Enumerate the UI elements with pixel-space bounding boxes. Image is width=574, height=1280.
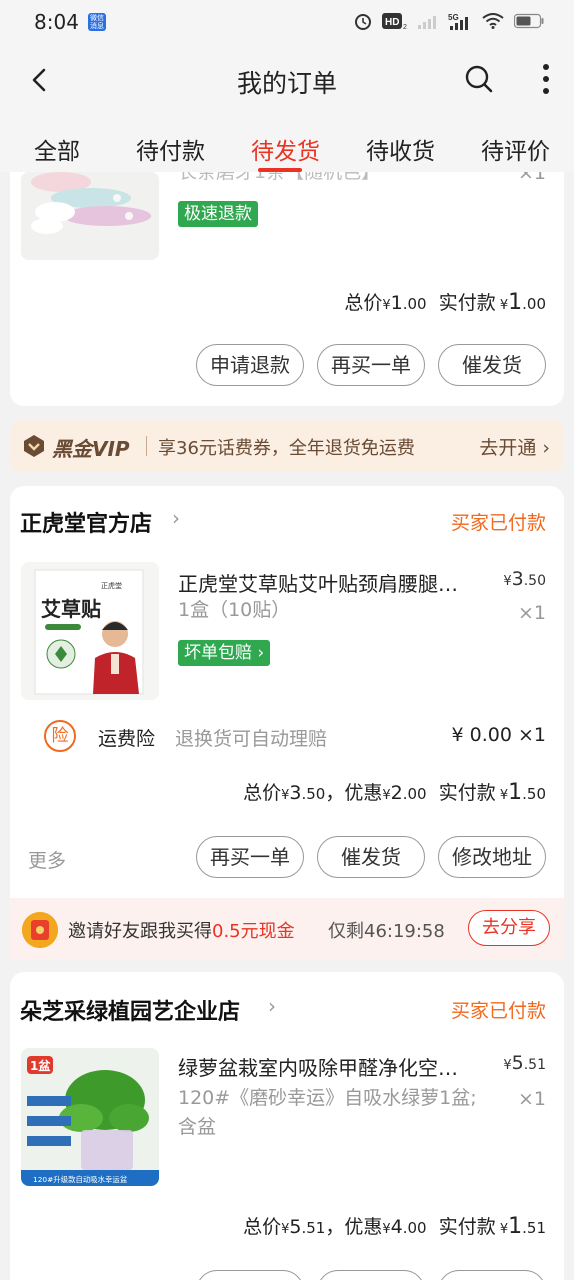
- teether-product-picture: [21, 172, 159, 260]
- product-price: ¥5.51: [503, 1052, 546, 1074]
- tab-pending-payment[interactable]: 待付款: [136, 132, 205, 166]
- action-button-partial[interactable]: [438, 1270, 546, 1280]
- signal-weak-icon: [418, 16, 436, 29]
- insurance-icon: 险: [44, 720, 76, 752]
- product-title[interactable]: 正虎堂艾草贴艾叶贴颈肩腰腿…: [178, 568, 458, 597]
- chevron-right-icon: ›: [257, 643, 265, 663]
- more-link[interactable]: 更多: [28, 846, 66, 873]
- buy-again-button[interactable]: 再买一单: [317, 344, 425, 386]
- image-caption: 120#升级款自动吸水幸运盆: [33, 1175, 128, 1184]
- vip-brand: 黑金VIP: [52, 437, 130, 461]
- svg-text:HD: HD: [385, 17, 399, 28]
- product-price: ¥3.50: [503, 568, 546, 590]
- product-image[interactable]: [21, 172, 159, 260]
- action-button-partial[interactable]: [317, 1270, 425, 1280]
- order-card-1[interactable]: 长条磨牙1条【随机色】 ×1 极速退款 总价¥1.00 实付款 ¥1.00 申请…: [10, 172, 564, 406]
- product-spec: 120#《磨砂幸运》自吸水绿萝1盆;: [178, 1087, 477, 1109]
- order-status: 买家已付款: [450, 512, 546, 534]
- vip-divider: [146, 436, 147, 456]
- vip-banner[interactable]: 黑金VIP 享36元话费券，全年退货免运费 去开通 ›: [10, 420, 564, 472]
- chevron-right-icon: ›: [268, 994, 276, 1018]
- buy-again-button[interactable]: 再买一单: [196, 836, 304, 878]
- status-time: 8:04: [34, 10, 79, 34]
- shop-name[interactable]: 朵芝采绿植园艺企业店: [20, 994, 240, 1026]
- product-qty: ×1: [517, 172, 546, 184]
- order-status: 买家已付款: [450, 1000, 546, 1022]
- tab-pending-review[interactable]: 待评价: [481, 132, 550, 166]
- search-icon[interactable]: [464, 64, 494, 94]
- more-options-icon[interactable]: [538, 62, 554, 96]
- product-spec: 1盒（10贴）: [178, 599, 291, 621]
- product-qty: ×1: [517, 602, 546, 624]
- battery-icon: [514, 13, 544, 29]
- order-card-2[interactable]: 正虎堂官方店 › 买家已付款 正虎堂 艾草贴 正虎堂艾草贴艾叶贴颈肩腰腿… ¥3…: [10, 486, 564, 898]
- chevron-right-icon: ›: [172, 506, 180, 530]
- vip-offer: 享36元话费券，全年退货免运费: [158, 438, 415, 459]
- brand-mark: 正虎堂: [101, 581, 122, 590]
- damage-compensation-tag[interactable]: 坏单包赔 ›: [178, 640, 271, 666]
- product-spec-line2: 含盆: [178, 1116, 217, 1138]
- order-total: 总价¥5.51，优惠¥4.00 实付款 ¥1.51: [243, 1214, 546, 1239]
- urge-shipment-button[interactable]: 催发货: [317, 836, 425, 878]
- request-refund-button[interactable]: 申请退款: [196, 344, 304, 386]
- product-image[interactable]: 正虎堂 艾草贴: [21, 562, 159, 700]
- vip-open-link[interactable]: 去开通 ›: [479, 433, 550, 460]
- insurance-desc: 退换货可自动理赔: [175, 728, 328, 750]
- wifi-icon: [482, 13, 504, 29]
- insurance-price: ¥ 0.00 ×1: [451, 724, 546, 746]
- fast-refund-tag: 极速退款: [178, 201, 258, 227]
- countdown-timer: 仅剩46:19:58: [328, 921, 445, 942]
- pothos-plant-picture: 1盆 120#升级款自动吸水幸运盆: [21, 1048, 159, 1186]
- notification-badge-icon: 微信 消息: [88, 13, 106, 31]
- order-total: 总价¥1.00 实付款 ¥1.00: [344, 290, 546, 315]
- vip-badge-icon: [24, 435, 44, 457]
- product-spec: 长条磨牙1条【随机色】: [178, 172, 381, 183]
- edit-address-button[interactable]: 修改地址: [438, 836, 546, 878]
- tab-all[interactable]: 全部: [34, 132, 80, 166]
- status-bar: 8:04 微信 消息 HD 2 5G: [0, 0, 574, 46]
- signal-5g-icon: 5G: [448, 13, 468, 30]
- invite-banner[interactable]: 邀请好友跟我买得0.5元现金 仅剩46:19:58 去分享: [10, 898, 564, 960]
- svg-text:5G: 5G: [448, 13, 459, 22]
- share-button[interactable]: 去分享: [468, 910, 550, 946]
- order-card-3[interactable]: 朵芝采绿植园艺企业店 › 买家已付款 1盆 120#升级款自动吸水幸运盆 绿萝盆…: [10, 972, 564, 1280]
- mugwort-patch-picture: 正虎堂 艾草贴: [21, 562, 159, 700]
- product-image[interactable]: 1盆 120#升级款自动吸水幸运盆: [21, 1048, 159, 1186]
- product-qty: ×1: [517, 1088, 546, 1110]
- insurance-label: 运费险: [98, 728, 156, 750]
- invite-text: 邀请好友跟我买得0.5元现金: [68, 921, 295, 942]
- chevron-right-icon: ›: [542, 437, 550, 459]
- shop-name[interactable]: 正虎堂官方店: [20, 506, 152, 538]
- status-icons: HD 2 5G: [354, 12, 544, 30]
- alarm-icon: [355, 14, 371, 30]
- action-button-partial[interactable]: [196, 1270, 304, 1280]
- urge-shipment-button[interactable]: 催发货: [438, 344, 546, 386]
- red-envelope-icon: [22, 912, 58, 948]
- app-header: 我的订单: [0, 46, 574, 116]
- order-tabs: 全部 待付款 待发货 待收货 待评价: [0, 116, 574, 172]
- hd-icon: HD 2: [382, 13, 407, 30]
- order-total: 总价¥3.50，优惠¥2.00 实付款 ¥1.50: [243, 780, 546, 805]
- product-title[interactable]: 绿萝盆栽室内吸除甲醛净化空…: [178, 1052, 458, 1081]
- product-name-mark: 艾草贴: [41, 597, 101, 621]
- tab-pending-shipment[interactable]: 待发货: [251, 132, 320, 166]
- tab-pending-receipt[interactable]: 待收货: [366, 132, 435, 166]
- pot-count-mark: 1盆: [30, 1058, 51, 1073]
- svg-text:2: 2: [403, 24, 407, 30]
